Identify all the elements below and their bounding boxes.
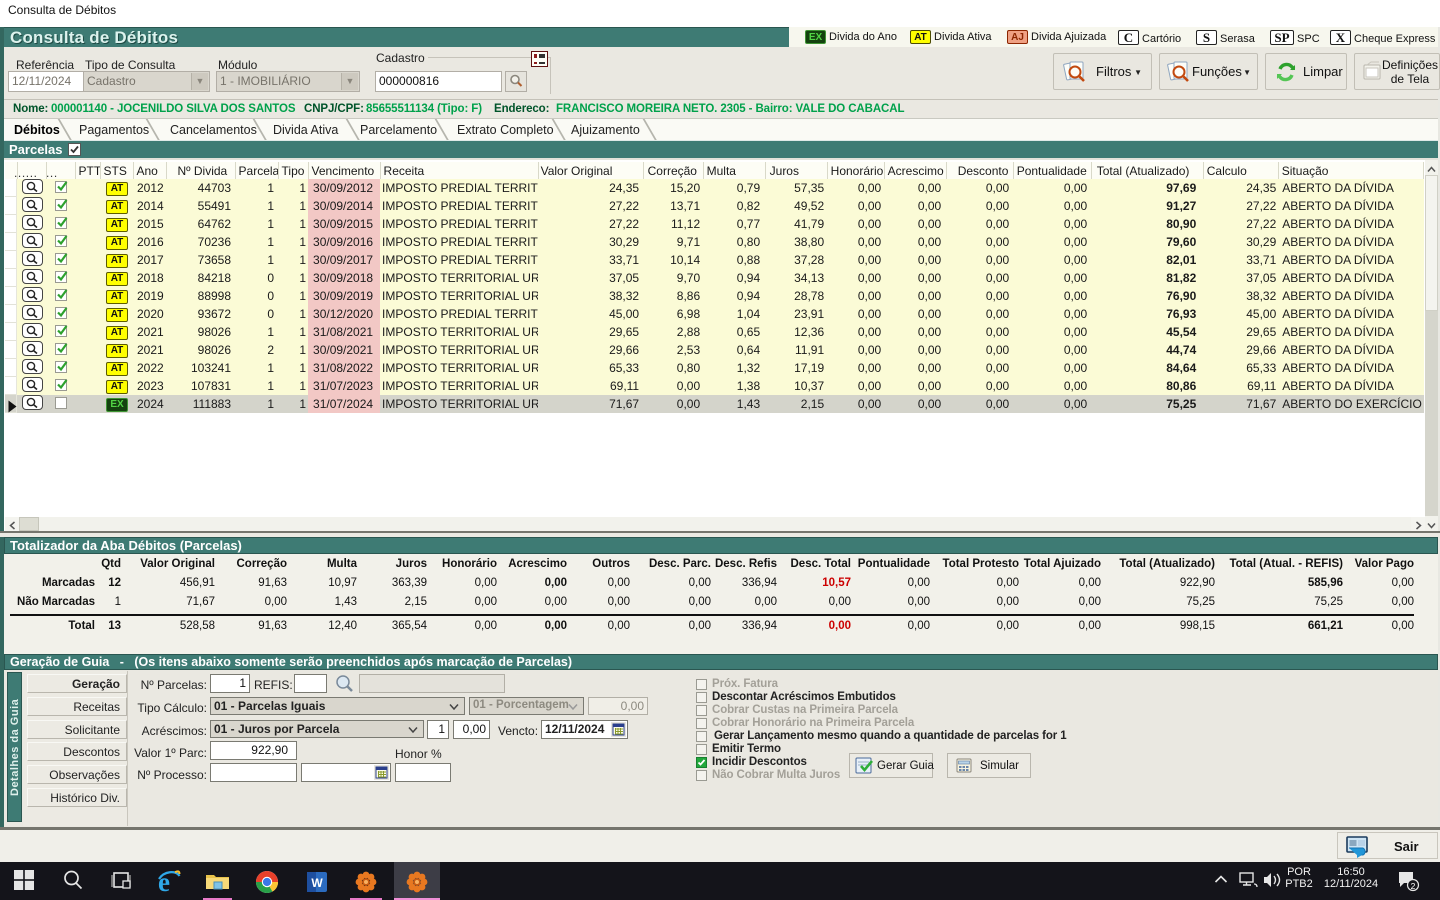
svg-text:W: W bbox=[311, 876, 323, 890]
svg-text:2: 2 bbox=[1411, 881, 1416, 891]
